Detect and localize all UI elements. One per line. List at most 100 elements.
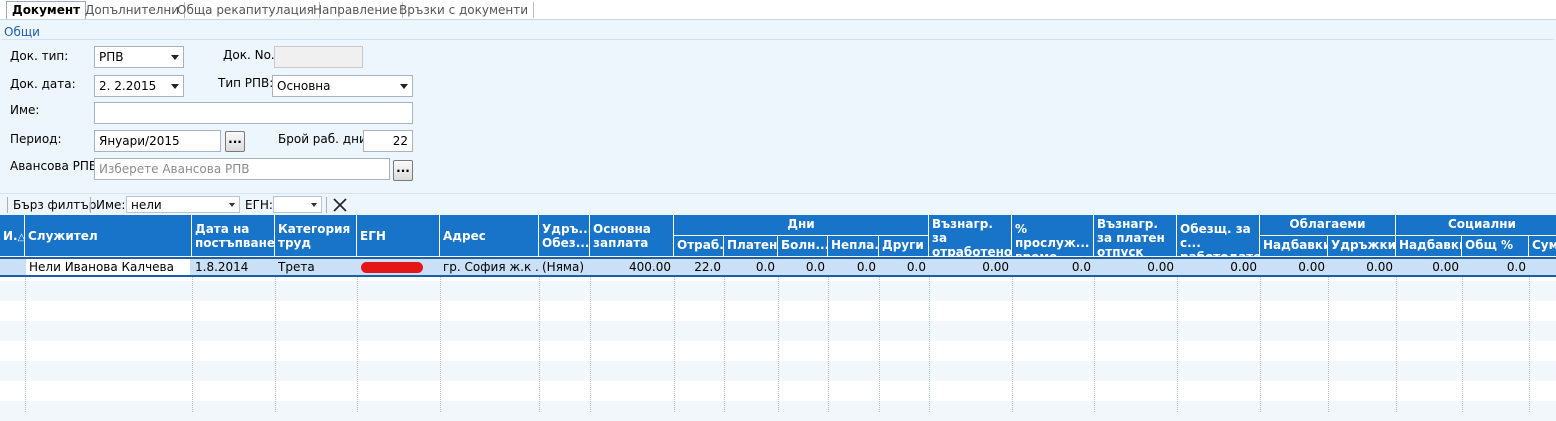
redaction-mark bbox=[361, 262, 423, 273]
col-divider bbox=[929, 257, 930, 412]
chevron-down-icon bbox=[171, 84, 179, 89]
tab-bar: Документ Допълнителни Обща рекапитулация… bbox=[0, 0, 1556, 20]
cell-deductions[interactable]: (Няма) bbox=[539, 259, 590, 275]
advance-rpv-browse-button[interactable]: ... bbox=[393, 160, 413, 181]
toolbar-separator bbox=[326, 197, 327, 213]
col-divider bbox=[674, 257, 675, 412]
col-divider bbox=[357, 257, 358, 412]
filter-name-value: нели bbox=[131, 198, 162, 212]
col-header-taxable-bonus[interactable]: Надбавки bbox=[1260, 236, 1328, 257]
cell-employee[interactable]: Нели Иванова Калчева bbox=[26, 259, 190, 275]
tab-general-recap[interactable]: Обща рекапитулация bbox=[172, 2, 320, 18]
col-divider bbox=[828, 257, 829, 412]
col-divider bbox=[275, 257, 276, 412]
col-header-id-label: И. bbox=[3, 229, 18, 243]
name-input[interactable] bbox=[94, 102, 413, 124]
tab-document-links[interactable]: Връзки с документи bbox=[394, 2, 535, 18]
col-header-base-salary[interactable]: Основна заплата bbox=[590, 215, 674, 257]
col-header-egn[interactable]: ЕГН bbox=[357, 215, 440, 257]
table-row[interactable]: Нели Иванова Калчева 1.8.2014 Трета гр. … bbox=[0, 257, 1556, 277]
col-header-pay-worked[interactable]: Възнагр. за отработено време bbox=[929, 215, 1012, 257]
rpv-type-label: Тип РПВ: bbox=[218, 76, 274, 90]
col-header-taxable-deductions[interactable]: Удръжки bbox=[1328, 236, 1396, 257]
cell-work-category[interactable]: Трета bbox=[275, 259, 357, 275]
cell-start-date[interactable]: 1.8.2014 bbox=[192, 259, 275, 275]
col-header-work-category[interactable]: Категория труд bbox=[275, 215, 357, 257]
cell-days-unpaid[interactable]: 0.0 bbox=[828, 259, 879, 275]
cell-employer-insurance[interactable]: 0.00 bbox=[1177, 259, 1260, 275]
col-header-social-sum[interactable]: Сума bbox=[1529, 236, 1556, 257]
col-divider bbox=[1328, 257, 1329, 412]
chevron-down-icon bbox=[311, 203, 317, 207]
col-header-days-other[interactable]: Други bbox=[879, 236, 929, 257]
cell-days-paid[interactable]: 0.0 bbox=[724, 259, 778, 275]
cell-pay-worked[interactable]: 0.00 bbox=[929, 259, 1012, 275]
tab-direction[interactable]: Направление bbox=[308, 2, 404, 18]
cell-social-bonus[interactable]: 0.00 bbox=[1396, 259, 1462, 275]
tab-additional[interactable]: Допълнителни bbox=[80, 2, 186, 18]
doc-date-picker[interactable]: 2. 2.2015 bbox=[94, 75, 184, 97]
cell-base-salary[interactable]: 400.00 bbox=[590, 259, 674, 275]
general-panel: Общи Док. тип: РПВ Док. No. Док. дата: 2… bbox=[0, 19, 1556, 193]
filter-name-input[interactable]: нели bbox=[126, 196, 240, 213]
period-browse-button[interactable]: ... bbox=[225, 131, 245, 152]
rpv-type-value: Основна bbox=[277, 79, 331, 93]
work-days-input[interactable]: 22 bbox=[363, 130, 413, 152]
cell-days-worked[interactable]: 22.0 bbox=[674, 259, 724, 275]
tab-document[interactable]: Документ bbox=[6, 1, 87, 20]
doc-date-label: Док. дата: bbox=[10, 77, 76, 91]
col-header-start-date[interactable]: Дата на постъпване bbox=[192, 215, 275, 257]
col-header-days-sick[interactable]: Болн... bbox=[778, 236, 828, 257]
toolbar-grip bbox=[7, 197, 8, 213]
col-header-days-paid[interactable]: Платен... bbox=[724, 236, 778, 257]
col-divider bbox=[1396, 257, 1397, 412]
col-header-days-unpaid[interactable]: Непла... bbox=[828, 236, 879, 257]
cell-pay-paid-leave[interactable]: 0.00 bbox=[1094, 259, 1177, 275]
rpv-type-select[interactable]: Основна bbox=[272, 75, 413, 97]
col-divider bbox=[192, 257, 193, 412]
col-header-social-total-pct[interactable]: Общ % bbox=[1462, 236, 1529, 257]
col-group-taxable: Облагаеми bbox=[1260, 215, 1396, 236]
cell-taxable-deductions[interactable]: 0.00 bbox=[1328, 259, 1396, 275]
filter-egn-input[interactable] bbox=[273, 196, 322, 213]
cell-service-pct[interactable]: 0.0 bbox=[1012, 259, 1094, 275]
name-label: Име: bbox=[10, 103, 40, 117]
chevron-down-icon bbox=[171, 55, 179, 60]
col-divider bbox=[1094, 257, 1095, 412]
cell-address[interactable]: гр. София ж.к ... bbox=[440, 259, 539, 275]
col-divider bbox=[25, 257, 26, 412]
work-days-label: Брой раб. дни: bbox=[278, 132, 371, 146]
doc-type-value: РПВ bbox=[99, 50, 124, 64]
col-divider bbox=[440, 257, 441, 412]
col-header-id[interactable]: И.△ bbox=[0, 215, 25, 257]
col-divider bbox=[879, 257, 880, 412]
col-header-address[interactable]: Адрес bbox=[440, 215, 539, 257]
period-input[interactable]: Януари/2015 bbox=[94, 130, 221, 152]
col-header-employee[interactable]: Служител bbox=[25, 215, 192, 257]
col-header-service-pct[interactable]: % прослуж... време bbox=[1012, 215, 1094, 257]
col-header-days-worked[interactable]: Отраб... bbox=[674, 236, 724, 257]
doc-date-value: 2. 2.2015 bbox=[99, 79, 157, 93]
col-group-social: Социални разходи bbox=[1396, 215, 1556, 236]
filter-egn-label: ЕГН: bbox=[245, 198, 273, 212]
col-divider bbox=[1177, 257, 1178, 412]
cell-days-sick[interactable]: 0.0 bbox=[778, 259, 828, 275]
col-header-deductions[interactable]: Удръ... Обез... bbox=[539, 215, 590, 257]
advance-rpv-input[interactable]: Изберете Авансова РПВ bbox=[94, 158, 390, 180]
sort-triangle-icon: △ bbox=[17, 232, 25, 243]
col-divider bbox=[1260, 257, 1261, 412]
col-divider bbox=[590, 257, 591, 412]
col-header-pay-paid-leave[interactable]: Възнагр. за платен отпуск bbox=[1094, 215, 1177, 257]
employees-grid: И.△ Служител Дата на постъпване Категори… bbox=[0, 215, 1556, 421]
cell-social-total-pct[interactable]: 0.0 bbox=[1462, 259, 1529, 275]
doc-type-select[interactable]: РПВ bbox=[94, 46, 184, 68]
quick-filter-label: Бърз филтър bbox=[13, 198, 97, 212]
cell-days-other[interactable]: 0.0 bbox=[879, 259, 929, 275]
col-header-social-bonus[interactable]: Надбавки bbox=[1396, 236, 1462, 257]
chevron-down-icon bbox=[229, 203, 235, 207]
cell-taxable-bonus[interactable]: 0.00 bbox=[1260, 259, 1328, 275]
doc-type-label: Док. тип: bbox=[10, 49, 69, 63]
col-header-employer-insurance[interactable]: Обезщ. за с... работодателя bbox=[1177, 215, 1260, 257]
clear-filter-icon[interactable] bbox=[333, 198, 347, 212]
col-divider bbox=[539, 257, 540, 412]
